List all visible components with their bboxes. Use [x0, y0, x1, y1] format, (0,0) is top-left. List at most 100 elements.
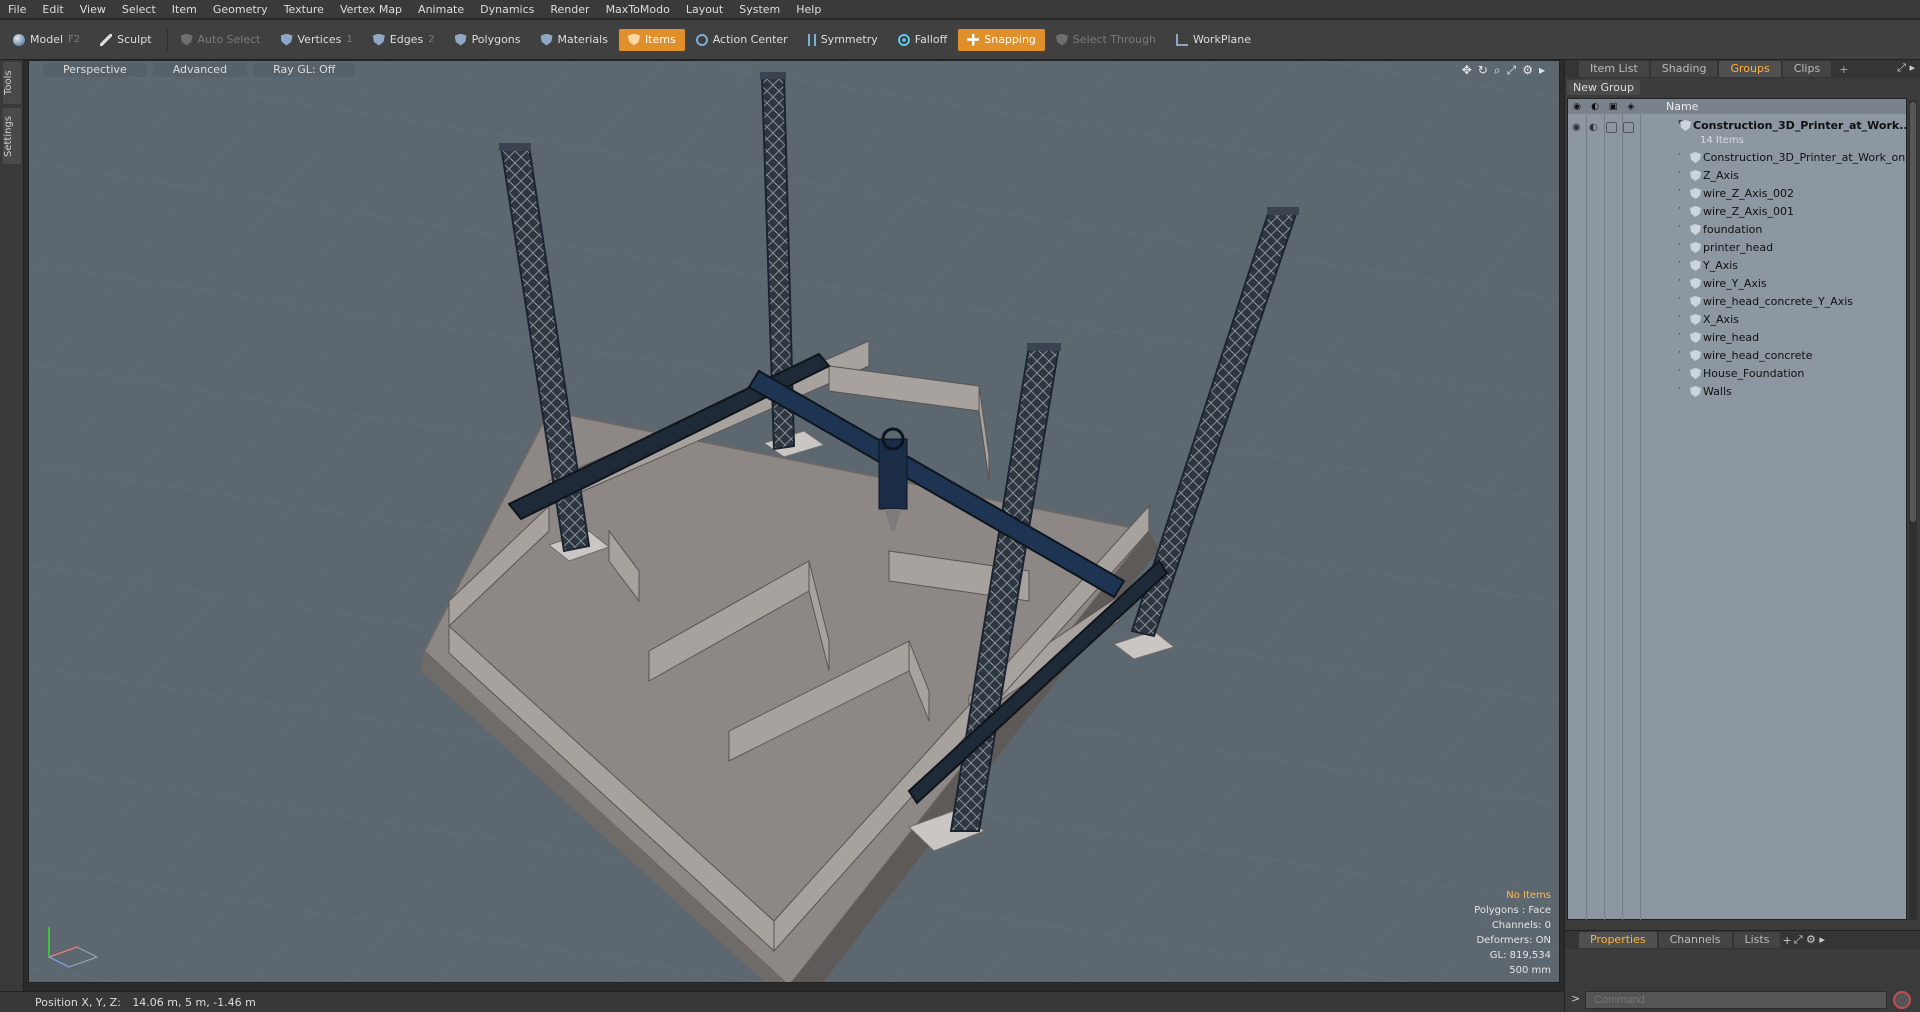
mesh-icon — [1690, 206, 1701, 217]
groups-scrollbar[interactable] — [1909, 100, 1917, 920]
tab-groups[interactable]: Groups — [1719, 61, 1781, 77]
menu-animate[interactable]: Animate — [410, 0, 472, 19]
position-value: 14.06 m, 5 m, -1.46 m — [132, 996, 256, 1009]
snapping-button[interactable]: Snapping — [958, 28, 1045, 51]
materials-mode-button[interactable]: Materials — [532, 29, 617, 51]
polygons-mode-button[interactable]: Polygons — [446, 29, 530, 51]
settings-tab[interactable]: Settings — [3, 108, 21, 164]
menu-vertex-map[interactable]: Vertex Map — [332, 0, 410, 19]
mesh-icon — [1690, 242, 1701, 253]
polygons-icon — [454, 33, 467, 46]
mesh-icon — [1690, 170, 1701, 181]
add-tab-icon[interactable]: + — [1833, 63, 1854, 76]
list-item[interactable]: · wire_Z_Axis_001 — [1568, 203, 1906, 221]
chevron-right-icon[interactable]: · — [1678, 240, 1681, 250]
chevron-right-icon[interactable]: · — [1678, 222, 1681, 232]
chevron-right-icon[interactable]: · — [1678, 168, 1681, 178]
edges-mode-button[interactable]: Edges 2 — [364, 29, 444, 51]
tab-properties[interactable]: Properties — [1579, 932, 1657, 948]
chevron-right-icon[interactable]: · — [1678, 294, 1681, 304]
menu-render[interactable]: Render — [542, 0, 597, 19]
new-group-button[interactable]: New Group — [1567, 80, 1640, 95]
list-item[interactable]: · foundation — [1568, 221, 1906, 239]
chevron-right-icon[interactable]: · — [1678, 258, 1681, 268]
list-item[interactable]: · Walls — [1568, 383, 1906, 401]
symmetry-icon — [807, 33, 816, 46]
select-through-button[interactable]: Select Through — [1047, 29, 1165, 51]
menu-help[interactable]: Help — [788, 0, 829, 19]
view-mode-dropdown[interactable]: Perspective — [43, 62, 147, 77]
gear-icon[interactable]: ⚙ — [1522, 63, 1533, 77]
tools-tab[interactable]: Tools — [3, 62, 21, 104]
menu-maxtomodo[interactable]: MaxToModo — [598, 0, 678, 19]
symmetry-button[interactable]: Symmetry — [799, 29, 887, 51]
menu-layout[interactable]: Layout — [678, 0, 731, 19]
menu-select[interactable]: Select — [114, 0, 164, 19]
tab-lists[interactable]: Lists — [1733, 932, 1781, 948]
record-icon[interactable] — [1893, 991, 1911, 1009]
chevron-right-icon[interactable]: · — [1678, 186, 1681, 196]
list-item[interactable]: · House_Foundation — [1568, 365, 1906, 383]
workplane-button[interactable]: WorkPlane — [1167, 29, 1260, 51]
menu-texture[interactable]: Texture — [276, 0, 332, 19]
list-item[interactable]: · wire_head_concrete_Y_Axis — [1568, 293, 1906, 311]
maximize-icon[interactable]: ⤢ — [1507, 63, 1517, 77]
zoom-icon[interactable]: ⌕ — [1494, 63, 1501, 77]
auto-select-button[interactable]: Auto Select — [172, 29, 270, 51]
menu-item[interactable]: Item — [164, 0, 205, 19]
scrollbar-thumb[interactable] — [1910, 102, 1916, 522]
groups-tree: ◉ ◐ ▣ ◈ Name ◉ ◐ ▾ Construction_3D_Print… — [1567, 98, 1907, 920]
name-column-header: Name — [1666, 100, 1699, 113]
chevron-right-icon[interactable]: · — [1678, 150, 1681, 160]
menu-view[interactable]: View — [72, 0, 114, 19]
sphere-icon — [13, 33, 25, 46]
list-item[interactable]: · wire_Z_Axis_002 — [1568, 185, 1906, 203]
tab-shading[interactable]: Shading — [1650, 61, 1718, 77]
mesh-icon — [1690, 278, 1701, 289]
shading-dropdown[interactable]: Advanced — [152, 62, 248, 77]
rotate-icon[interactable]: ↻ — [1478, 63, 1488, 77]
action-center-button[interactable]: Action Center — [687, 29, 797, 51]
menu-dynamics[interactable]: Dynamics — [472, 0, 542, 19]
menu-edit[interactable]: Edit — [34, 0, 71, 19]
chevron-right-icon[interactable]: · — [1678, 348, 1681, 358]
maximize-icon[interactable]: ⤢ ⚙ ▸ — [1794, 933, 1825, 947]
tab-clips[interactable]: Clips — [1782, 61, 1832, 77]
chevron-right-icon[interactable]: · — [1678, 366, 1681, 376]
model-mode-button[interactable]: Model F2 — [4, 29, 89, 51]
list-item[interactable]: · wire_head_concrete — [1568, 347, 1906, 365]
items-mode-button[interactable]: Items — [618, 28, 685, 51]
maximize-icon[interactable]: ⤢ ▸ — [1897, 61, 1915, 75]
viewport-nav-icons: ✥ ↻ ⌕ ⤢ ⚙ ▸ — [1462, 63, 1545, 77]
list-item[interactable]: · wire_Y_Axis — [1568, 275, 1906, 293]
add-tab-icon[interactable]: + — [1782, 934, 1791, 947]
mesh-icon — [1690, 350, 1701, 361]
list-item[interactable]: · X_Axis — [1568, 311, 1906, 329]
pan-icon[interactable]: ✥ — [1462, 63, 1472, 77]
chevron-right-icon[interactable]: · — [1678, 330, 1681, 340]
list-item[interactable]: · printer_head — [1568, 239, 1906, 257]
sculpt-mode-button[interactable]: Sculpt — [91, 29, 160, 51]
vertices-mode-button[interactable]: Vertices 1 — [272, 29, 362, 51]
group-root-row[interactable]: ▾ Construction_3D_Printer_at_Work... — [1568, 117, 1906, 135]
chevron-right-icon[interactable]: · — [1678, 204, 1681, 214]
menu-file[interactable]: File — [0, 0, 34, 19]
main-toolbar: Model F2 Sculpt Auto Select Vertices 1 E… — [0, 20, 1920, 60]
falloff-button[interactable]: Falloff — [889, 29, 956, 51]
expand-arrow-icon[interactable]: ▸ — [1539, 63, 1545, 77]
selection-info: No Items — [1506, 890, 1551, 901]
command-input[interactable] — [1585, 991, 1887, 1009]
tab-channels[interactable]: Channels — [1658, 932, 1732, 948]
list-item[interactable]: · Y_Axis — [1568, 257, 1906, 275]
list-item[interactable]: · Construction_3D_Printer_at_Work_on... — [1568, 149, 1906, 167]
menu-system[interactable]: System — [731, 0, 788, 19]
list-item[interactable]: · wire_head — [1568, 329, 1906, 347]
chevron-right-icon[interactable]: · — [1678, 312, 1681, 322]
chevron-right-icon[interactable]: · — [1678, 384, 1681, 394]
raygl-toggle[interactable]: Ray GL: Off — [253, 62, 356, 77]
list-item[interactable]: · Z_Axis — [1568, 167, 1906, 185]
chevron-right-icon[interactable]: · — [1678, 276, 1681, 286]
menu-geometry[interactable]: Geometry — [205, 0, 276, 19]
tab-item-list[interactable]: Item List — [1579, 61, 1649, 77]
3d-viewport[interactable]: Perspective Advanced Ray GL: Off ✥ ↻ ⌕ ⤢… — [28, 60, 1560, 983]
